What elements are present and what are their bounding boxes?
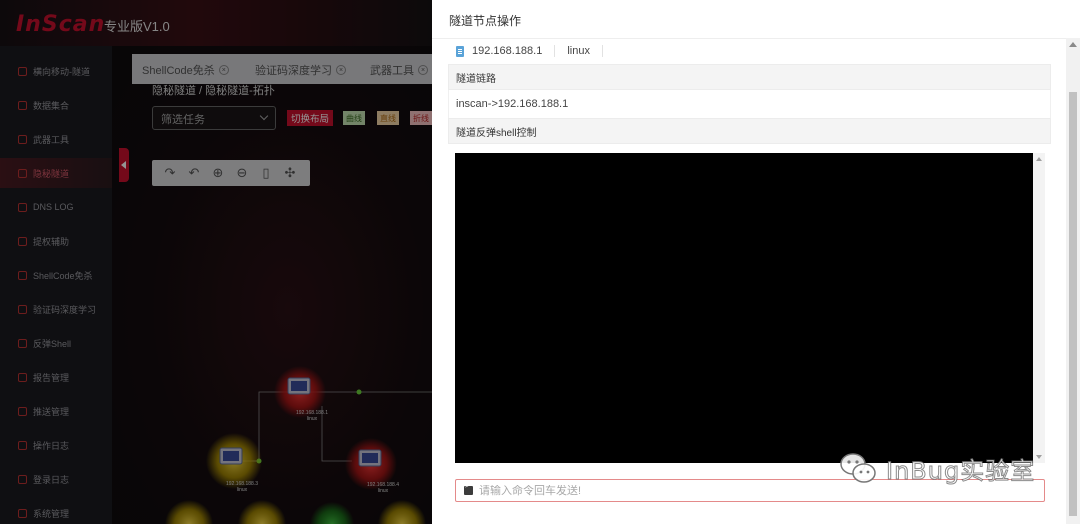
- divider: [601, 45, 603, 57]
- terminal-icon: [464, 483, 473, 495]
- node-info-row: 192.168.188.1 linux: [448, 39, 1051, 63]
- watermark-text: InBug实验室: [885, 456, 1036, 485]
- tunnel-link-header: 隧道链路: [448, 64, 1051, 90]
- divider: [554, 45, 556, 57]
- watermark: InBug实验室: [838, 448, 1035, 488]
- tunnel-link-value: inscan->192.168.188.1: [448, 90, 1051, 118]
- tunnel-node-drawer: 隧道节点操作 192.168.188.1 linux 隧道链路 inscan->…: [432, 0, 1080, 524]
- drawer-scroll-thumb[interactable]: [1069, 92, 1077, 516]
- drawer-title: 隧道节点操作: [449, 14, 522, 28]
- shell-terminal-output[interactable]: [455, 153, 1033, 463]
- terminal-scrollbar[interactable]: [1033, 153, 1045, 463]
- scroll-up-arrow-icon[interactable]: [1069, 42, 1077, 47]
- modal-overlay[interactable]: [0, 0, 432, 524]
- wechat-icon: [840, 453, 876, 483]
- node-os-value: linux: [567, 45, 590, 57]
- shell-control-header: 隧道反弹shell控制: [448, 118, 1051, 144]
- node-ip-value: 192.168.188.1: [472, 45, 543, 57]
- server-icon: [456, 45, 464, 57]
